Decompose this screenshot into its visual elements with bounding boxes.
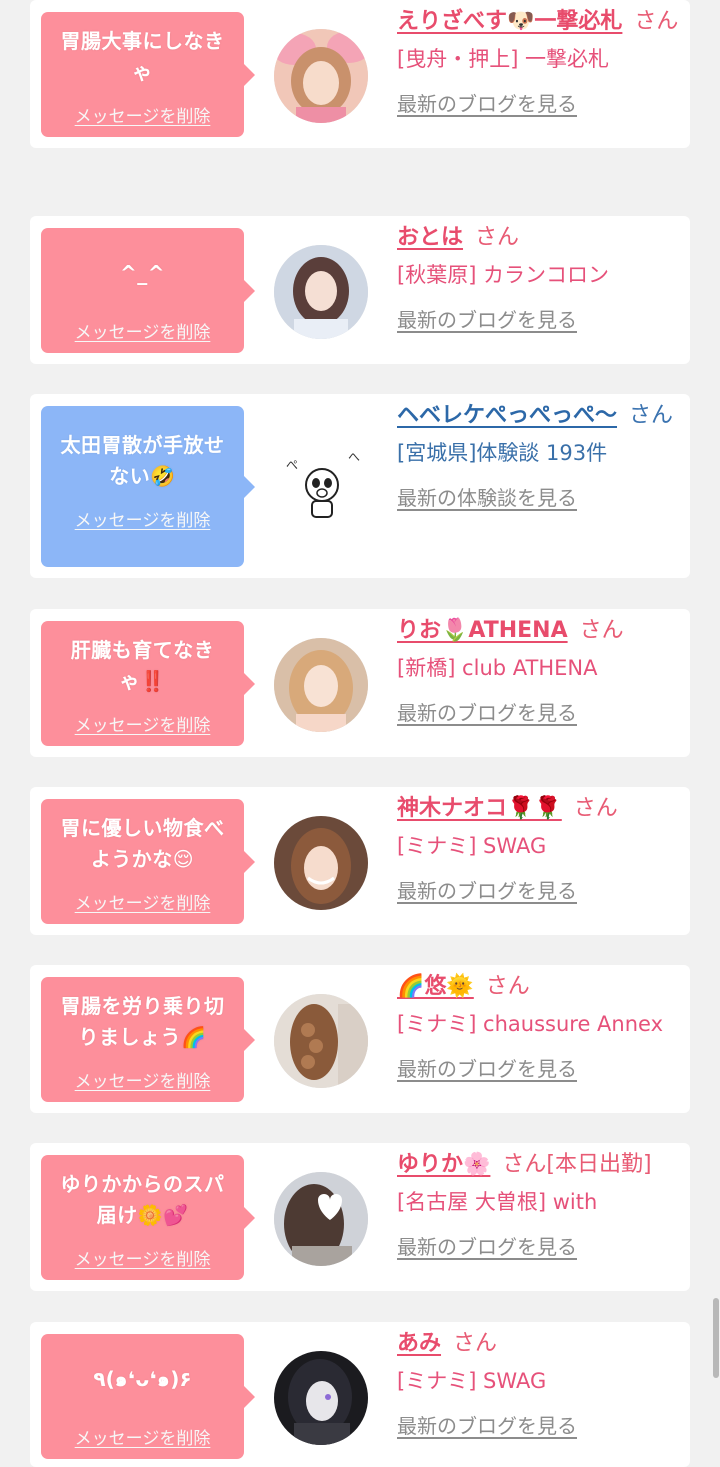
message-text: 肝臓も育てなきゃ‼️ <box>70 638 215 693</box>
honorific: さん <box>453 1331 498 1356</box>
delete-message-link[interactable]: メッセージを削除 <box>53 318 232 343</box>
sender-name[interactable]: えりざべす🐶一撃必札 <box>397 9 622 34</box>
honorific: さん <box>579 618 624 643</box>
latest-experience-link[interactable]: 最新の体験談を見る <box>397 482 577 511</box>
scrollbar-thumb[interactable] <box>713 1298 719 1378</box>
shop-info: [ミナミ] SWAG <box>397 834 547 858</box>
delete-message-link[interactable]: メッセージを削除 <box>53 1424 232 1449</box>
message-card: 太田胃散が手放せない🤣 メッセージを削除 ぺ へ ヘベレケぺっぺっぺ〜 さん [宮… <box>30 394 690 578</box>
shop-info: [名古屋 大曽根] with <box>397 1190 598 1214</box>
avatar[interactable] <box>274 816 368 910</box>
message-text: ٩(๑❛ᴗ❛๑)۶ <box>93 1366 192 1391</box>
sender-info: えりざべす🐶一撃必札 さん [曳舟・押上] 一撃必札 最新のブログを見る <box>397 4 687 117</box>
avatar[interactable] <box>274 994 368 1088</box>
message-bubble: 胃腸大事にしなきゃ メッセージを削除 <box>41 12 255 137</box>
delete-message-link[interactable]: メッセージを削除 <box>53 1067 232 1092</box>
sender-info: 🌈悠🌞 さん [ミナミ] chaussure Annex 最新のブログを見る <box>397 969 687 1082</box>
sender-info: りお🌷ATHENA さん [新橋] club ATHENA 最新のブログを見る <box>397 613 687 726</box>
shop-info: [曳舟・押上] 一撃必札 <box>397 47 610 71</box>
avatar[interactable] <box>274 1172 368 1266</box>
avatar[interactable] <box>274 1351 368 1445</box>
avatar[interactable]: ぺ へ <box>274 439 368 533</box>
sender-name[interactable]: りお🌷ATHENA <box>397 618 568 643</box>
latest-blog-link[interactable]: 最新のブログを見る <box>397 304 577 333</box>
message-text: 胃に優しい物食べようかな😌 <box>60 816 225 871</box>
message-bubble: ゆりかからのスパ届け🌼💕 メッセージを削除 <box>41 1155 255 1280</box>
sender-info: 神木ナオコ🌹🌹 さん [ミナミ] SWAG 最新のブログを見る <box>397 791 687 904</box>
message-bubble: ٩(๑❛ᴗ❛๑)۶ メッセージを削除 <box>41 1334 255 1459</box>
svg-text:ぺ: ぺ <box>286 458 298 472</box>
delete-message-link[interactable]: メッセージを削除 <box>53 102 232 127</box>
shop-info: [新橋] club ATHENA <box>397 656 598 680</box>
shop-info: [ミナミ] chaussure Annex <box>397 1012 664 1036</box>
svg-text:へ: へ <box>348 450 360 464</box>
sender-name[interactable]: あみ <box>397 1331 441 1356</box>
message-card: ゆりかからのスパ届け🌼💕 メッセージを削除 ゆりか🌸 さん[本日出勤] [名古屋 … <box>30 1143 690 1291</box>
latest-blog-link[interactable]: 最新のブログを見る <box>397 697 577 726</box>
message-card: 胃腸を労り乗り切りましょう🌈 メッセージを削除 🌈悠🌞 さん [ミナミ] chau… <box>30 965 690 1113</box>
latest-blog-link[interactable]: 最新のブログを見る <box>397 88 577 117</box>
delete-message-link[interactable]: メッセージを削除 <box>53 506 232 531</box>
avatar[interactable] <box>274 638 368 732</box>
message-text: ^_^ <box>119 260 165 285</box>
sender-name[interactable]: ヘベレケぺっぺっぺ〜 <box>397 403 617 428</box>
message-card: ٩(๑❛ᴗ❛๑)۶ メッセージを削除 あみ さん [ミナミ] SWAG 最新のブロ… <box>30 1322 690 1467</box>
sender-info: ヘベレケぺっぺっぺ〜 さん [宮城県]体験談 193件 最新の体験談を見る <box>397 398 687 511</box>
delete-message-link[interactable]: メッセージを削除 <box>53 711 232 736</box>
shop-info: [宮城県]体験談 193件 <box>397 441 608 465</box>
latest-blog-link[interactable]: 最新のブログを見る <box>397 875 577 904</box>
message-text: 太田胃散が手放せない🤣 <box>60 433 225 488</box>
honorific: さん <box>629 403 674 428</box>
avatar[interactable] <box>274 245 368 339</box>
sender-info: あみ さん [ミナミ] SWAG 最新のブログを見る <box>397 1326 687 1439</box>
sender-info: ゆりか🌸 さん[本日出勤] [名古屋 大曽根] with 最新のブログを見る <box>397 1147 687 1260</box>
delete-message-link[interactable]: メッセージを削除 <box>53 1245 232 1270</box>
avatar[interactable] <box>274 29 368 123</box>
message-bubble: ^_^ メッセージを削除 <box>41 228 255 353</box>
message-bubble: 太田胃散が手放せない🤣 メッセージを削除 <box>41 406 255 567</box>
honorific: さん <box>573 796 618 821</box>
honorific: さん <box>634 9 679 34</box>
delete-message-link[interactable]: メッセージを削除 <box>53 889 232 914</box>
honorific: さん <box>475 225 520 250</box>
sender-name[interactable]: おとは <box>397 225 463 250</box>
message-text: 胃腸大事にしなきゃ <box>60 29 225 84</box>
honorific: さん <box>485 974 530 999</box>
sender-info: おとは さん [秋葉原] カランコロン 最新のブログを見る <box>397 220 687 333</box>
sender-name[interactable]: ゆりか🌸 <box>397 1152 490 1177</box>
sender-name[interactable]: 神木ナオコ🌹🌹 <box>397 796 562 821</box>
message-text: ゆりかからのスパ届け🌼💕 <box>60 1172 225 1227</box>
message-bubble: 胃に優しい物食べようかな😌 メッセージを削除 <box>41 799 255 924</box>
latest-blog-link[interactable]: 最新のブログを見る <box>397 1231 577 1260</box>
message-bubble: 肝臓も育てなきゃ‼️ メッセージを削除 <box>41 621 255 746</box>
latest-blog-link[interactable]: 最新のブログを見る <box>397 1053 577 1082</box>
latest-blog-link[interactable]: 最新のブログを見る <box>397 1410 577 1439</box>
honorific: さん[本日出勤] <box>502 1152 652 1177</box>
message-card: 胃腸大事にしなきゃ メッセージを削除 えりざべす🐶一撃必札 さん [曳舟・押上] … <box>30 0 690 148</box>
message-bubble: 胃腸を労り乗り切りましょう🌈 メッセージを削除 <box>41 977 255 1102</box>
sender-name[interactable]: 🌈悠🌞 <box>397 974 474 999</box>
shop-info: [秋葉原] カランコロン <box>397 263 610 287</box>
message-card: ^_^ メッセージを削除 おとは さん [秋葉原] カランコロン 最新のブログを見… <box>30 216 690 364</box>
message-text: 胃腸を労り乗り切りましょう🌈 <box>60 994 225 1049</box>
message-card: 胃に優しい物食べようかな😌 メッセージを削除 神木ナオコ🌹🌹 さん [ミナミ] S… <box>30 787 690 935</box>
message-card: 肝臓も育てなきゃ‼️ メッセージを削除 りお🌷ATHENA さん [新橋] clu… <box>30 609 690 757</box>
shop-info: [ミナミ] SWAG <box>397 1369 547 1393</box>
